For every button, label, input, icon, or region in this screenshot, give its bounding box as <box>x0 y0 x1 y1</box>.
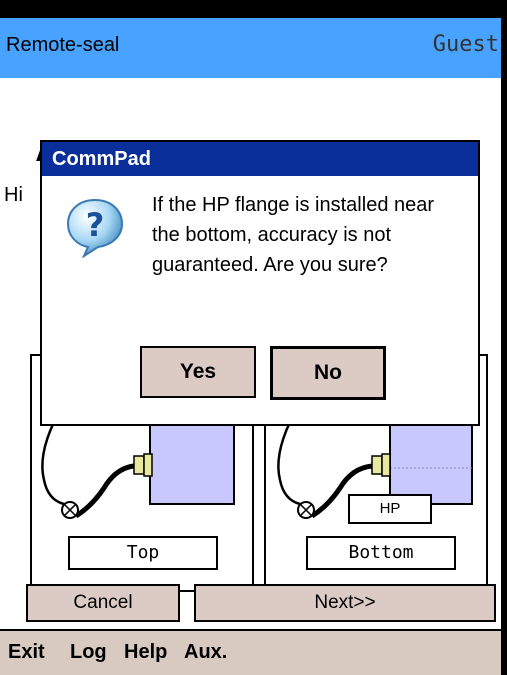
no-button[interactable]: No <box>270 346 386 400</box>
cancel-button[interactable]: Cancel <box>26 584 180 622</box>
flange-label-hp: HP <box>348 494 432 524</box>
question-icon: ? <box>66 198 124 258</box>
menu-exit[interactable]: Exit <box>8 641 45 664</box>
menu-aux[interactable]: Aux. <box>184 641 227 664</box>
confirm-dialog: CommPad ? If the HP flange is installed … <box>40 140 480 426</box>
yes-button[interactable]: Yes <box>140 346 256 398</box>
user-label[interactable]: Guest <box>433 32 499 57</box>
next-button[interactable]: Next>> <box>194 584 496 622</box>
menu-bar: Exit Log Help Aux. <box>0 629 501 675</box>
dialog-message: If the HP flange is installed near the b… <box>152 194 435 276</box>
dialog-title: CommPad <box>42 142 478 176</box>
svg-text:?: ? <box>86 206 105 244</box>
app-window: Remote-seal Guest A Hi Top <box>0 0 507 675</box>
screen: Remote-seal Guest A Hi Top <box>0 18 501 675</box>
menu-log[interactable]: Log <box>70 641 107 664</box>
position-label-bottom: Bottom <box>306 536 456 570</box>
app-title: Remote-seal <box>6 34 120 56</box>
menu-help[interactable]: Help <box>124 641 167 664</box>
header-bar: Remote-seal Guest <box>0 18 501 78</box>
position-label-top: Top <box>68 536 218 570</box>
section-text: Hi <box>4 184 23 206</box>
